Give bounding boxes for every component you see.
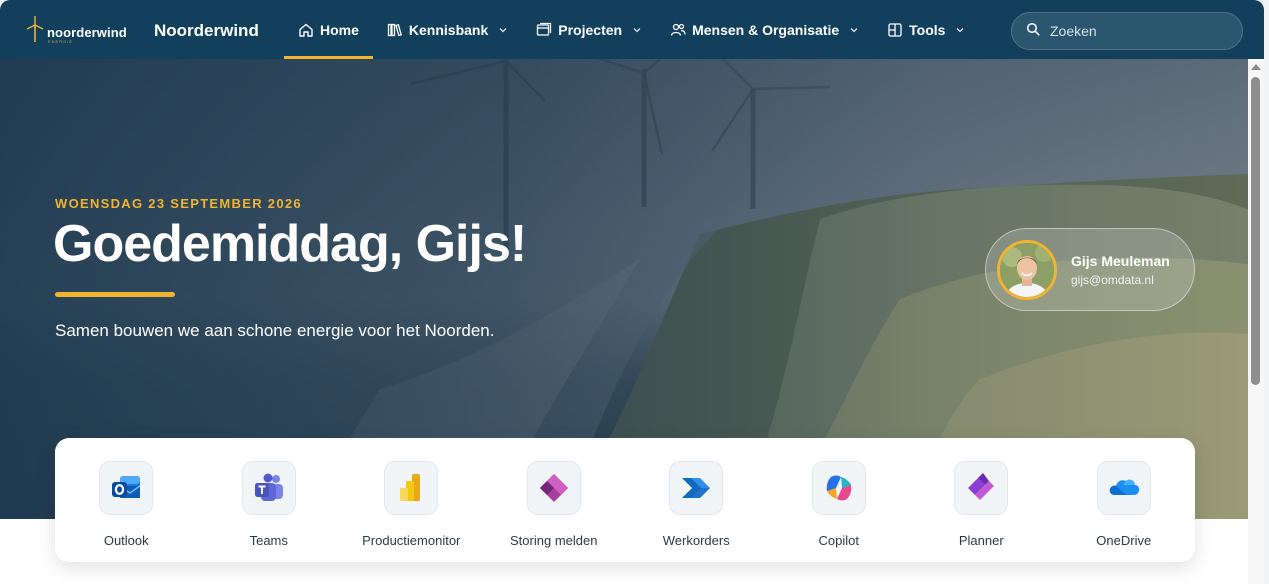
- user-email: gijs@omdata.nl: [1071, 272, 1154, 287]
- planner-icon: [954, 461, 1009, 515]
- search-icon: [1026, 22, 1040, 41]
- chevron-down-icon: [632, 25, 642, 35]
- power-automate-icon: [669, 461, 724, 515]
- nav-item-kennisbank[interactable]: Kennisbank: [373, 0, 522, 59]
- wind-turbine-icon: [26, 16, 44, 42]
- search-input[interactable]: [1050, 23, 1220, 39]
- tools-icon: [887, 22, 903, 38]
- app-tile-planner[interactable]: Planner: [910, 438, 1053, 562]
- avatar[interactable]: [997, 239, 1057, 300]
- heading-underline: [55, 292, 175, 297]
- app-tile-werkorders[interactable]: Werkorders: [625, 438, 768, 562]
- power-bi-icon: [384, 461, 439, 515]
- logo-text: noorderwind: [47, 25, 127, 40]
- nav-label: Tools: [909, 21, 946, 38]
- outlook-icon: [99, 461, 154, 515]
- site-title[interactable]: Noorderwind: [154, 21, 259, 41]
- chevron-down-icon: [955, 25, 965, 35]
- app-tile-copilot[interactable]: Copilot: [768, 438, 911, 562]
- power-apps-icon: [526, 461, 581, 515]
- library-icon: [387, 22, 403, 38]
- nav-item-home[interactable]: Home: [284, 0, 373, 59]
- user-profile-card[interactable]: Gijs Meuleman gijs@omdata.nl: [985, 228, 1195, 311]
- user-photo: [1000, 242, 1054, 297]
- onedrive-icon: [1096, 461, 1151, 515]
- app-tile-onedrive[interactable]: OneDrive: [1053, 438, 1196, 562]
- app-label: Storing melden: [510, 533, 598, 548]
- main-nav: Home Kennisbank Projecten Mensen & Organ…: [284, 0, 979, 59]
- greeting-heading: Goedemiddag, Gijs!: [53, 215, 527, 273]
- app-tile-outlook[interactable]: Outlook: [55, 438, 198, 562]
- app-tile-productiemonitor[interactable]: Productiemonitor: [340, 438, 483, 562]
- home-icon: [298, 22, 314, 38]
- user-name: Gijs Meuleman: [1071, 252, 1170, 269]
- top-navbar: noorderwind ENERGIE Noorderwind Home Ken…: [0, 0, 1264, 59]
- vertical-scrollbar[interactable]: [1248, 59, 1264, 584]
- copilot-icon: [811, 461, 866, 515]
- app-label: Copilot: [818, 533, 859, 548]
- nav-label: Mensen & Organisatie: [692, 21, 840, 38]
- app-label: Planner: [958, 533, 1004, 548]
- current-date: WOENSDAG 23 SEPTEMBER 2026: [55, 196, 302, 211]
- scroll-up-arrow-icon[interactable]: [1251, 64, 1261, 70]
- app-label: Teams: [249, 533, 288, 548]
- nav-item-mensen-organisatie[interactable]: Mensen & Organisatie: [656, 0, 873, 59]
- chevron-down-icon: [498, 25, 508, 35]
- search-box[interactable]: [1011, 12, 1243, 50]
- nav-label: Projecten: [558, 21, 623, 38]
- teams-icon: [241, 461, 296, 515]
- app-tile-storing-melden[interactable]: Storing melden: [483, 438, 626, 562]
- nav-item-projecten[interactable]: Projecten: [522, 0, 656, 59]
- profile-text: Gijs Meuleman gijs@omdata.nl: [1071, 253, 1170, 287]
- app-label: Productiemonitor: [362, 533, 461, 548]
- logo-subtext: ENERGIE: [48, 39, 74, 44]
- scrollbar-thumb[interactable]: [1251, 77, 1260, 385]
- brand-logo[interactable]: noorderwind ENERGIE: [26, 16, 136, 46]
- app-tile-teams[interactable]: Teams: [198, 438, 341, 562]
- folders-icon: [536, 22, 552, 38]
- app-label: Werkorders: [662, 533, 730, 548]
- nav-item-tools[interactable]: Tools: [873, 0, 979, 59]
- nav-label: Kennisbank: [408, 21, 489, 38]
- page: noorderwind ENERGIE Noorderwind Home Ken…: [0, 0, 1264, 584]
- nav-label: Home: [320, 21, 359, 38]
- app-label: OneDrive: [1096, 533, 1152, 548]
- app-launcher-card: Outlook Teams Productiemonitor Storing m…: [55, 438, 1195, 562]
- hero-tagline: Samen bouwen we aan schone energie voor …: [55, 321, 495, 340]
- app-label: Outlook: [103, 533, 149, 548]
- people-icon: [670, 22, 686, 38]
- chevron-down-icon: [849, 25, 859, 35]
